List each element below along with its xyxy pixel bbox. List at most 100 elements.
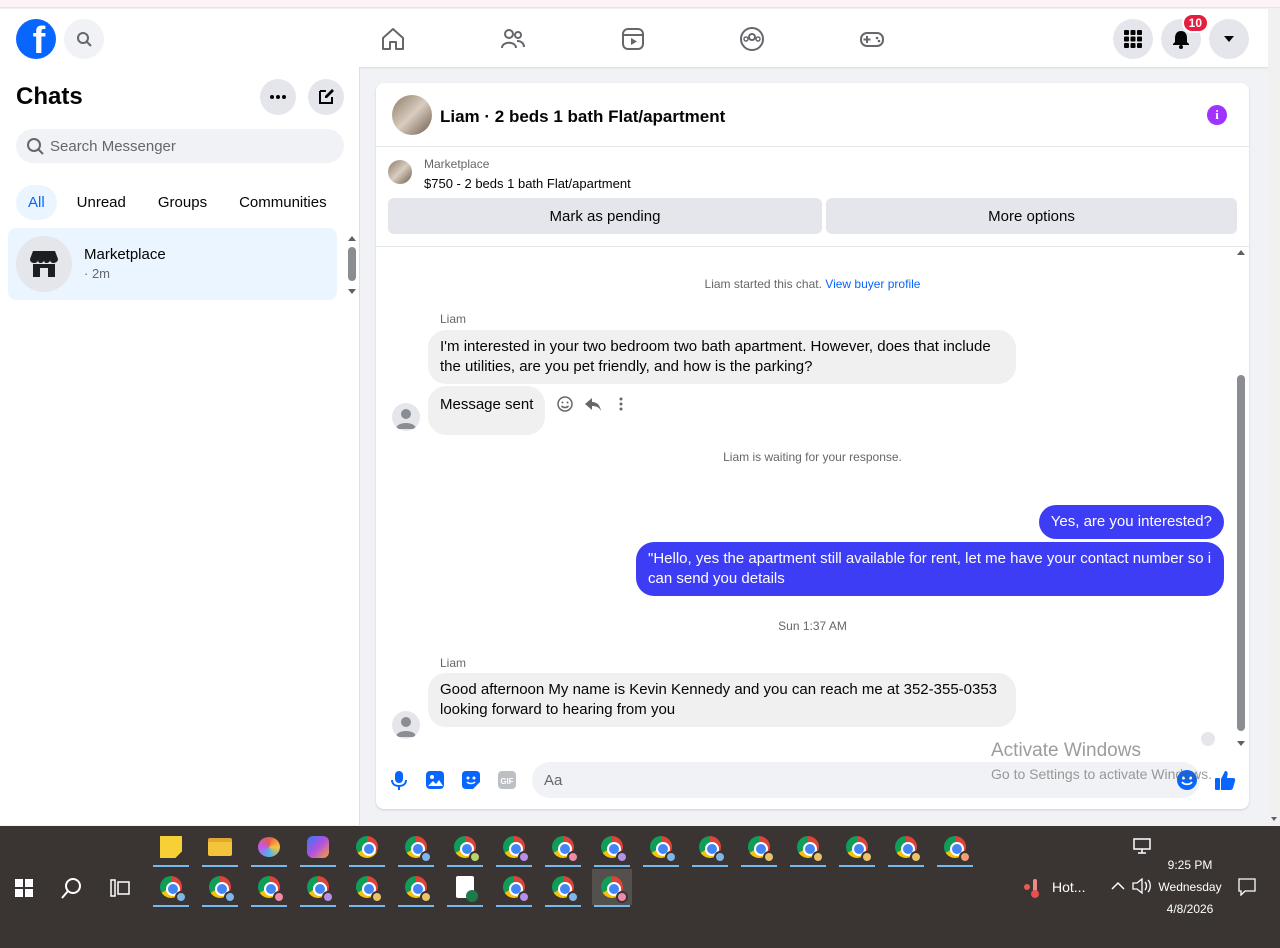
clock-date[interactable]: 4/8/2026 [1160,902,1220,916]
notification-center-icon[interactable] [1238,878,1256,896]
weather-text[interactable]: Hot... [1052,879,1085,895]
like-icon[interactable] [1214,769,1236,791]
top-navigation-bar: f 10 [0,9,1268,67]
chevron-up-icon[interactable] [1111,881,1125,891]
search-messenger-input[interactable] [50,137,330,155]
chrome-profile-icon[interactable] [396,829,436,867]
paint-app-icon[interactable] [249,829,289,867]
notifications-button[interactable]: 10 [1161,13,1209,59]
more-horizontal-icon [270,95,286,99]
more-options-button[interactable]: More options [826,198,1237,234]
chrome-profile-icon[interactable] [935,829,975,867]
react-icon[interactable] [556,395,574,413]
browser-top-strip [0,0,1280,8]
chats-options-button[interactable] [260,79,296,115]
chrome-profile-icon[interactable] [298,869,338,907]
sidebar-scrollbar[interactable] [347,233,357,297]
chrome-profile-icon[interactable] [347,869,387,907]
chrome-profile-icon[interactable] [249,869,289,907]
chrome-profile-icon[interactable] [837,829,877,867]
menu-button[interactable] [1113,19,1153,59]
chat-time: · 2m [84,266,110,281]
chrome-profile-icon[interactable] [690,829,730,867]
network-icon[interactable] [1133,838,1151,854]
chats-title: Chats [16,83,83,110]
chrome-profile-icon[interactable] [543,829,583,867]
activate-windows-watermark: Activate Windows Go to Settings to activ… [991,740,1212,782]
photo-icon[interactable] [424,769,446,791]
clock-day[interactable]: Wednesday [1158,880,1222,894]
chrome-profile-icon[interactable] [788,829,828,867]
message-list: Liam started this chat. View buyer profi… [376,248,1249,748]
incoming-message[interactable]: I'm interested in your two bedroom two b… [428,330,1016,384]
speaker-icon[interactable] [1132,878,1152,894]
info-icon[interactable]: i [1207,105,1227,125]
grid-menu-icon [1124,30,1142,48]
sticker-icon[interactable] [460,769,482,791]
sender-avatar[interactable] [392,403,420,431]
more-vertical-icon[interactable] [612,395,630,413]
filter-groups[interactable]: Groups [146,185,219,220]
reply-icon[interactable] [584,395,602,413]
chrome-profile-icon[interactable] [886,829,926,867]
clock-time[interactable]: 9:25 PM [1160,858,1220,872]
sender-name: Liam [440,656,467,670]
view-buyer-profile-link[interactable]: View buyer profile [825,277,920,291]
notification-badge: 10 [1181,13,1209,33]
thermometer-weather-icon[interactable] [1022,877,1042,899]
chrome-profile-icon[interactable] [494,869,534,907]
groups-icon[interactable] [739,26,765,52]
gaming-icon[interactable] [859,26,885,52]
gif-icon[interactable]: GIF [496,769,518,791]
windows-start-icon[interactable] [15,879,33,897]
compose-icon [319,89,334,104]
chrome-profile-icon[interactable] [592,829,632,867]
marketplace-listing-bar: Marketplace $750 - 2 beds 1 bath Flat/ap… [376,147,1249,247]
filter-unread[interactable]: Unread [65,185,138,220]
incoming-message[interactable]: Message sent [428,386,546,435]
chrome-profile-icon[interactable] [151,869,191,907]
sender-avatar[interactable] [392,711,420,739]
conversation-title[interactable]: Liam · 2 beds 1 bath Flat/apartment [440,107,725,127]
video-icon[interactable] [620,26,646,52]
home-icon[interactable] [380,26,406,52]
filter-all[interactable]: All [16,185,57,220]
filter-communities[interactable]: Communities [227,185,339,220]
chrome-profile-icon[interactable] [200,869,240,907]
chrome-profile-icon-active[interactable] [592,869,632,907]
chat-list-item[interactable]: Marketplace · 2m [8,228,337,300]
chrome-profile-icon[interactable] [494,829,534,867]
listing-thumbnail[interactable] [392,95,432,135]
incoming-message[interactable]: Good afternoon My name is Kevin Kennedy … [428,673,1016,727]
chrome-profile-icon[interactable] [445,829,485,867]
file-explorer-icon[interactable] [200,829,240,867]
search-messenger-field[interactable] [16,129,344,163]
new-message-button[interactable] [308,79,344,115]
task-view-icon[interactable] [110,879,130,897]
microphone-icon[interactable] [388,769,410,791]
chrome-profile-icon[interactable] [396,869,436,907]
account-button[interactable] [1209,19,1249,59]
document-app-icon[interactable] [445,869,485,907]
chrome-profile-icon[interactable] [543,869,583,907]
listing-small-thumbnail [388,160,412,184]
chrome-profile-icon[interactable] [739,829,779,867]
outgoing-message[interactable]: "Hello, yes the apartment still availabl… [636,542,1224,596]
copilot-icon[interactable] [298,829,338,867]
chrome-profile-icon[interactable] [641,829,681,867]
conversation-header: Liam · 2 beds 1 bath Flat/apartment i [376,83,1249,147]
sticky-notes-icon[interactable] [151,829,191,867]
messages-scrollbar[interactable] [1237,248,1245,748]
chrome-icon[interactable] [347,829,387,867]
listing-price[interactable]: $750 - 2 beds 1 bath Flat/apartment [424,176,631,191]
page-scrollbar[interactable] [1268,9,1280,825]
mark-as-pending-button[interactable]: Mark as pending [388,198,822,234]
marketplace-avatar [16,236,72,292]
friends-icon[interactable] [500,26,526,52]
search-button[interactable] [64,19,104,59]
facebook-logo[interactable]: f [16,19,56,59]
sender-name: Liam [440,312,467,326]
search-icon[interactable] [61,877,83,899]
outgoing-message[interactable]: Yes, are you interested? [1038,505,1224,539]
search-icon [77,32,92,47]
